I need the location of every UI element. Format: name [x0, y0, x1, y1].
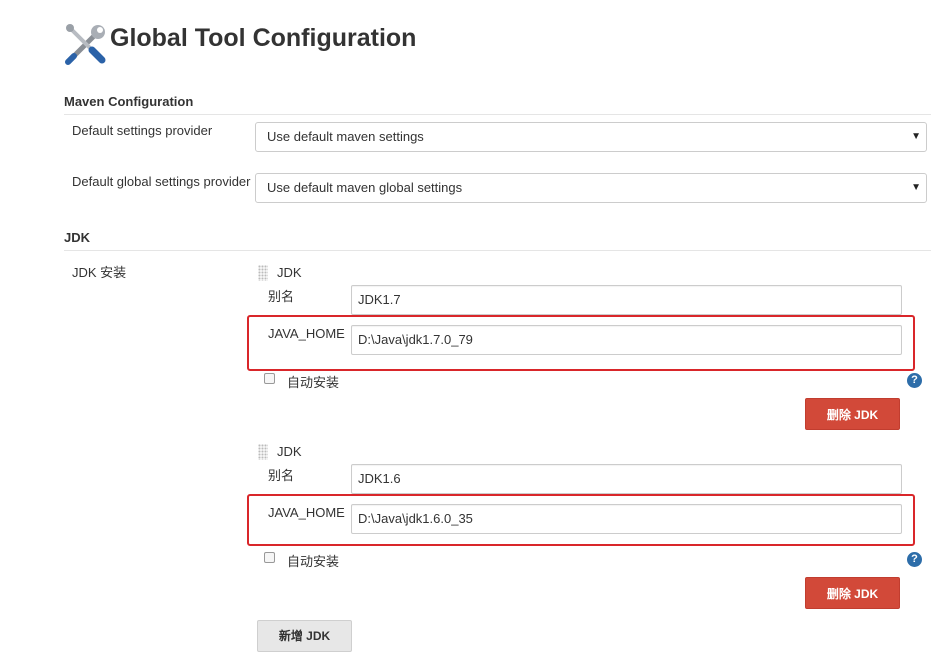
jdk-install-label: JDK 安装: [72, 265, 127, 280]
default-global-settings-select[interactable]: Use default maven global settings ▼: [255, 173, 927, 203]
add-jdk-button[interactable]: 新增 JDK: [257, 620, 352, 652]
default-settings-value: Use default maven settings: [267, 129, 424, 144]
auto-install-label: 自动安装: [287, 375, 340, 390]
drag-handle-icon[interactable]: [258, 444, 268, 460]
java-home-label: JAVA_HOME: [268, 505, 345, 520]
java-home-input[interactable]: D:\Java\jdk1.6.0_35: [351, 504, 902, 534]
jdk-alias-label: 别名: [268, 289, 295, 304]
help-icon[interactable]: ?: [907, 373, 922, 388]
auto-install-checkbox[interactable]: [264, 373, 275, 384]
page-title: Global Tool Configuration: [110, 24, 417, 52]
auto-install-checkbox[interactable]: [264, 552, 275, 563]
default-settings-select[interactable]: Use default maven settings ▼: [255, 122, 927, 152]
jdk-entry-header: JDK: [277, 265, 302, 280]
java-home-label: JAVA_HOME: [268, 326, 345, 341]
delete-jdk-button[interactable]: 删除 JDK: [805, 577, 900, 609]
jdk-entry-header: JDK: [277, 444, 302, 459]
dropdown-arrow-icon: ▼: [911, 131, 921, 142]
jdk-divider: [64, 250, 931, 251]
jdk-alias-input[interactable]: JDK1.7: [351, 285, 902, 315]
dropdown-arrow-icon: ▼: [911, 182, 921, 193]
help-icon[interactable]: ?: [907, 552, 922, 567]
tools-icon: [65, 24, 106, 65]
maven-divider: [64, 114, 931, 115]
default-global-settings-label: Default global settings provider: [72, 174, 251, 189]
java-home-input[interactable]: D:\Java\jdk1.7.0_79: [351, 325, 902, 355]
default-global-settings-value: Use default maven global settings: [267, 180, 463, 195]
maven-section-title: Maven Configuration: [64, 94, 194, 109]
drag-handle-icon[interactable]: [258, 265, 268, 281]
delete-jdk-button[interactable]: 删除 JDK: [805, 398, 900, 430]
jdk-alias-input[interactable]: JDK1.6: [351, 464, 902, 494]
default-settings-label: Default settings provider: [72, 123, 213, 138]
jdk-alias-label: 别名: [268, 468, 295, 483]
jdk-section-title: JDK: [64, 230, 91, 245]
auto-install-label: 自动安装: [287, 554, 340, 569]
